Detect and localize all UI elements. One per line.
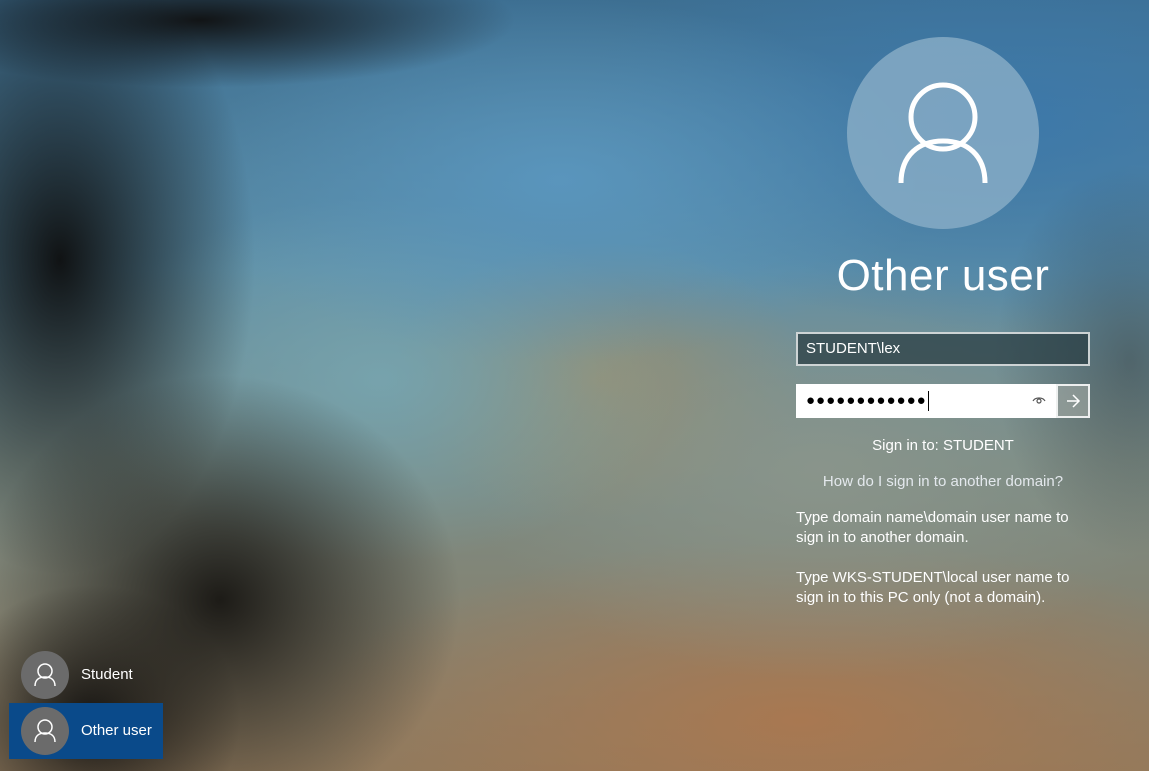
user-icon — [34, 663, 56, 687]
password-field[interactable]: ●●●●●●●●●●●● — [796, 384, 1056, 418]
user-tile-other-user[interactable]: Other user — [9, 703, 163, 759]
user-tile-student[interactable]: Student — [9, 647, 163, 703]
user-switcher: Student Other user — [9, 647, 163, 759]
arrow-right-icon — [1067, 394, 1081, 408]
user-avatar — [847, 37, 1039, 229]
submit-button[interactable] — [1056, 384, 1090, 418]
password-mask: ●●●●●●●●●●●● — [806, 392, 927, 409]
password-row: ●●●●●●●●●●●● — [796, 384, 1090, 418]
help-text-local: Type WKS-STUDENT\local user name to sign… — [796, 569, 1070, 606]
tile-avatar — [21, 707, 69, 755]
sign-in-to-label: Sign in to: STUDENT — [872, 437, 1014, 454]
text-caret — [927, 391, 929, 412]
eye-icon[interactable] — [1032, 393, 1046, 407]
lock-screen: Other user STUDENT\lex ●●●●●●●●●●●● Sign… — [0, 0, 1149, 771]
domain-help-link[interactable]: How do I sign in to another domain? — [796, 472, 1090, 492]
username-field[interactable]: STUDENT\lex — [796, 332, 1090, 366]
user-tile-label: Student — [81, 666, 133, 683]
user-icon — [34, 719, 56, 743]
tile-avatar — [21, 651, 69, 699]
user-icon — [898, 82, 988, 184]
help-text-domain: Type domain name\domain user name to sig… — [796, 509, 1069, 546]
user-tile-label: Other user — [81, 722, 152, 739]
user-title: Other user — [836, 251, 1050, 300]
